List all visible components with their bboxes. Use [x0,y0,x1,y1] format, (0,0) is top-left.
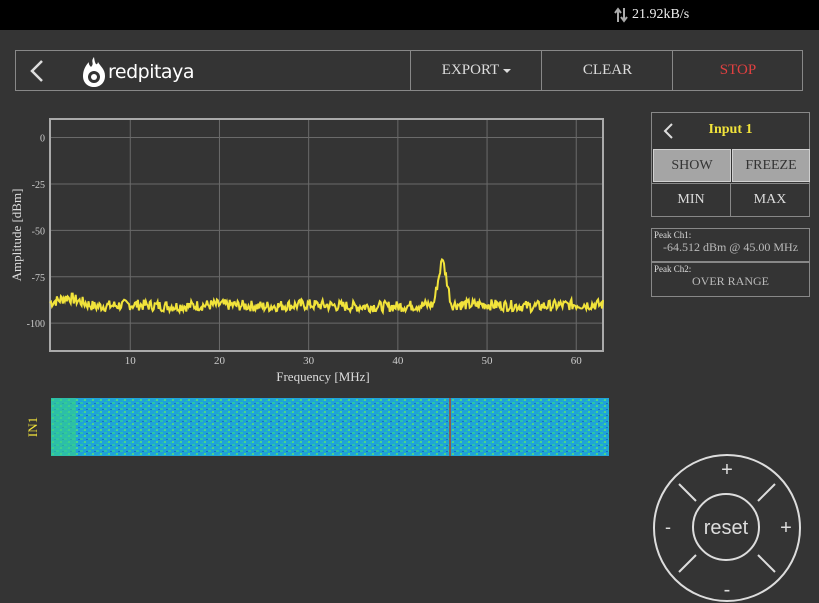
y-tick-label: -50 [32,226,45,237]
freeze-label: FREEZE [745,157,797,173]
y-tick-label: -25 [32,180,45,191]
reset-label: reset [704,517,749,539]
y-tick-label: -100 [27,319,45,330]
channel-title: Input 1 [708,122,753,137]
y-tick-label: -75 [32,273,45,284]
y-axis-label: Amplitude [dBm] [9,189,24,282]
x-axis-label: Frequency [MHz] [276,369,370,384]
min-button[interactable]: MIN [652,183,731,216]
show-label: SHOW [671,157,713,173]
zoom-in-vertical-button[interactable]: + [702,458,752,483]
show-button[interactable]: SHOW [653,149,731,182]
waterfall-low-band [51,398,76,456]
minus-icon: - [724,579,731,601]
min-label: MIN [677,192,705,207]
x-tick-label: 10 [125,355,137,367]
x-tick-label: 50 [482,355,494,367]
spectrum-trace [49,257,604,316]
peak-ch1-value: -64.512 dBm @ 45.00 MHz [662,240,799,254]
peak-ch1: Peak Ch1: -64.512 dBm @ 45.00 MHz [651,228,810,262]
waterfall-display [51,398,609,456]
plus-icon: + [721,459,733,481]
zoom-out-horizontal-button[interactable]: - [657,508,682,548]
peak-ch2: Peak Ch2: OVER RANGE [651,262,810,297]
x-tick-label: 30 [303,355,315,367]
max-label: MAX [753,192,787,207]
peak-ch1-label: Peak Ch1: [654,230,692,240]
zoom-out-vertical-button[interactable]: - [702,573,752,601]
zoom-control-pad: + - - + reset [653,454,801,602]
x-tick-label: 40 [392,355,404,367]
reset-button[interactable]: reset [692,493,760,561]
peak-ch2-value: OVER RANGE [692,274,769,288]
peak-ch2-label: Peak Ch2: [654,264,692,274]
y-tick-label: 0 [40,134,45,145]
zoom-in-horizontal-button[interactable]: + [772,508,797,548]
channel-panel: Input 1 SHOW FREEZE MIN MAX [651,112,810,217]
chart-grid [50,119,603,351]
max-button[interactable]: MAX [731,183,809,216]
plot-frame [49,118,604,352]
plus-icon: + [780,517,792,539]
minus-icon: - [665,517,671,537]
x-tick-label: 20 [214,355,226,367]
x-tick-label: 60 [571,355,583,367]
freeze-button[interactable]: FREEZE [732,149,810,182]
waterfall-channel-label: IN1 [25,417,40,437]
